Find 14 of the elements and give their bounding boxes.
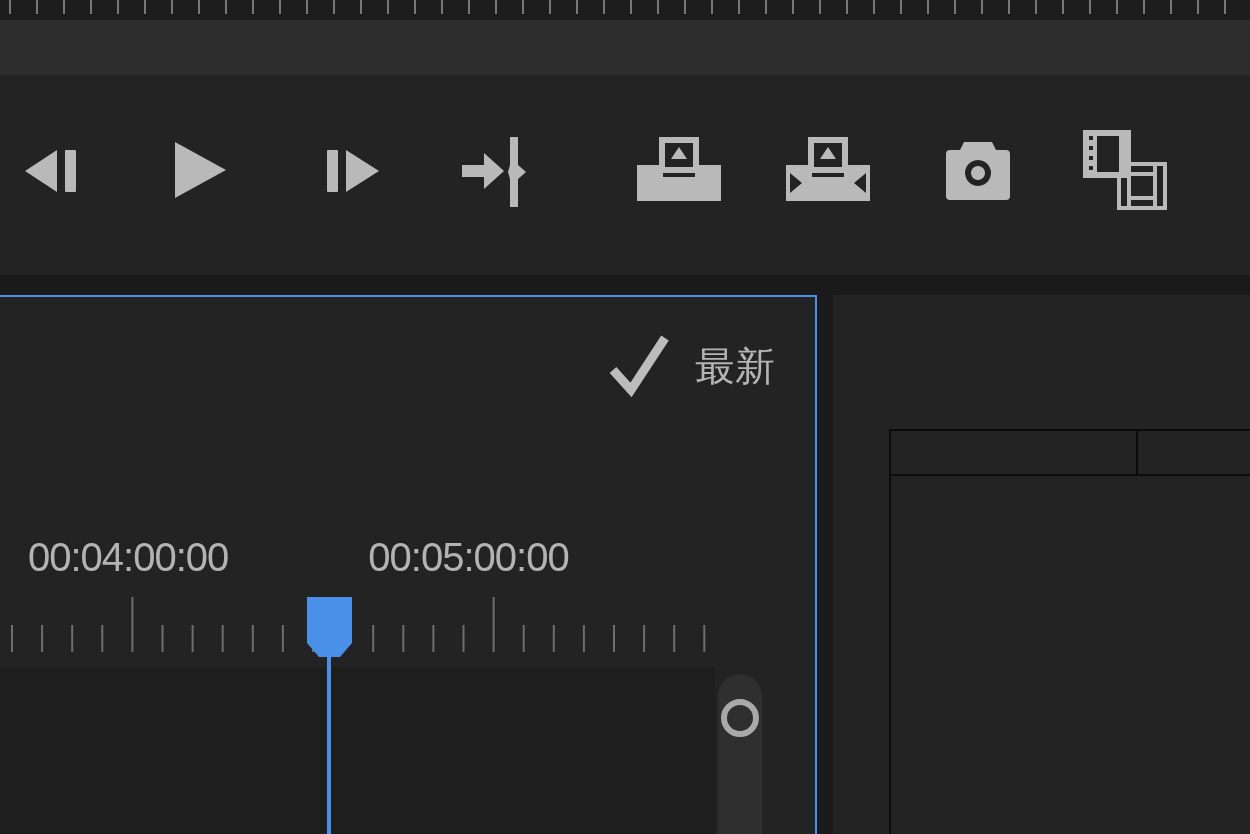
- step-back-icon[interactable]: [25, 148, 78, 194]
- lift-icon[interactable]: [637, 137, 721, 201]
- step-forward-icon[interactable]: [326, 148, 380, 194]
- play-icon[interactable]: [173, 140, 228, 200]
- timecode-label: 00:05:00:00: [368, 537, 569, 581]
- film-frames-icon[interactable]: [1083, 130, 1167, 210]
- timecode-label: 00:04:00:00: [28, 537, 229, 581]
- status-label: 最新: [695, 346, 775, 386]
- arrow-into-bracket-icon[interactable]: [462, 137, 528, 207]
- scrollbar-track[interactable]: [718, 674, 762, 834]
- extract-icon[interactable]: [786, 137, 870, 201]
- playhead[interactable]: [305, 597, 354, 834]
- camera-icon[interactable]: [946, 142, 1010, 200]
- scrollbar-handle[interactable]: [721, 699, 759, 737]
